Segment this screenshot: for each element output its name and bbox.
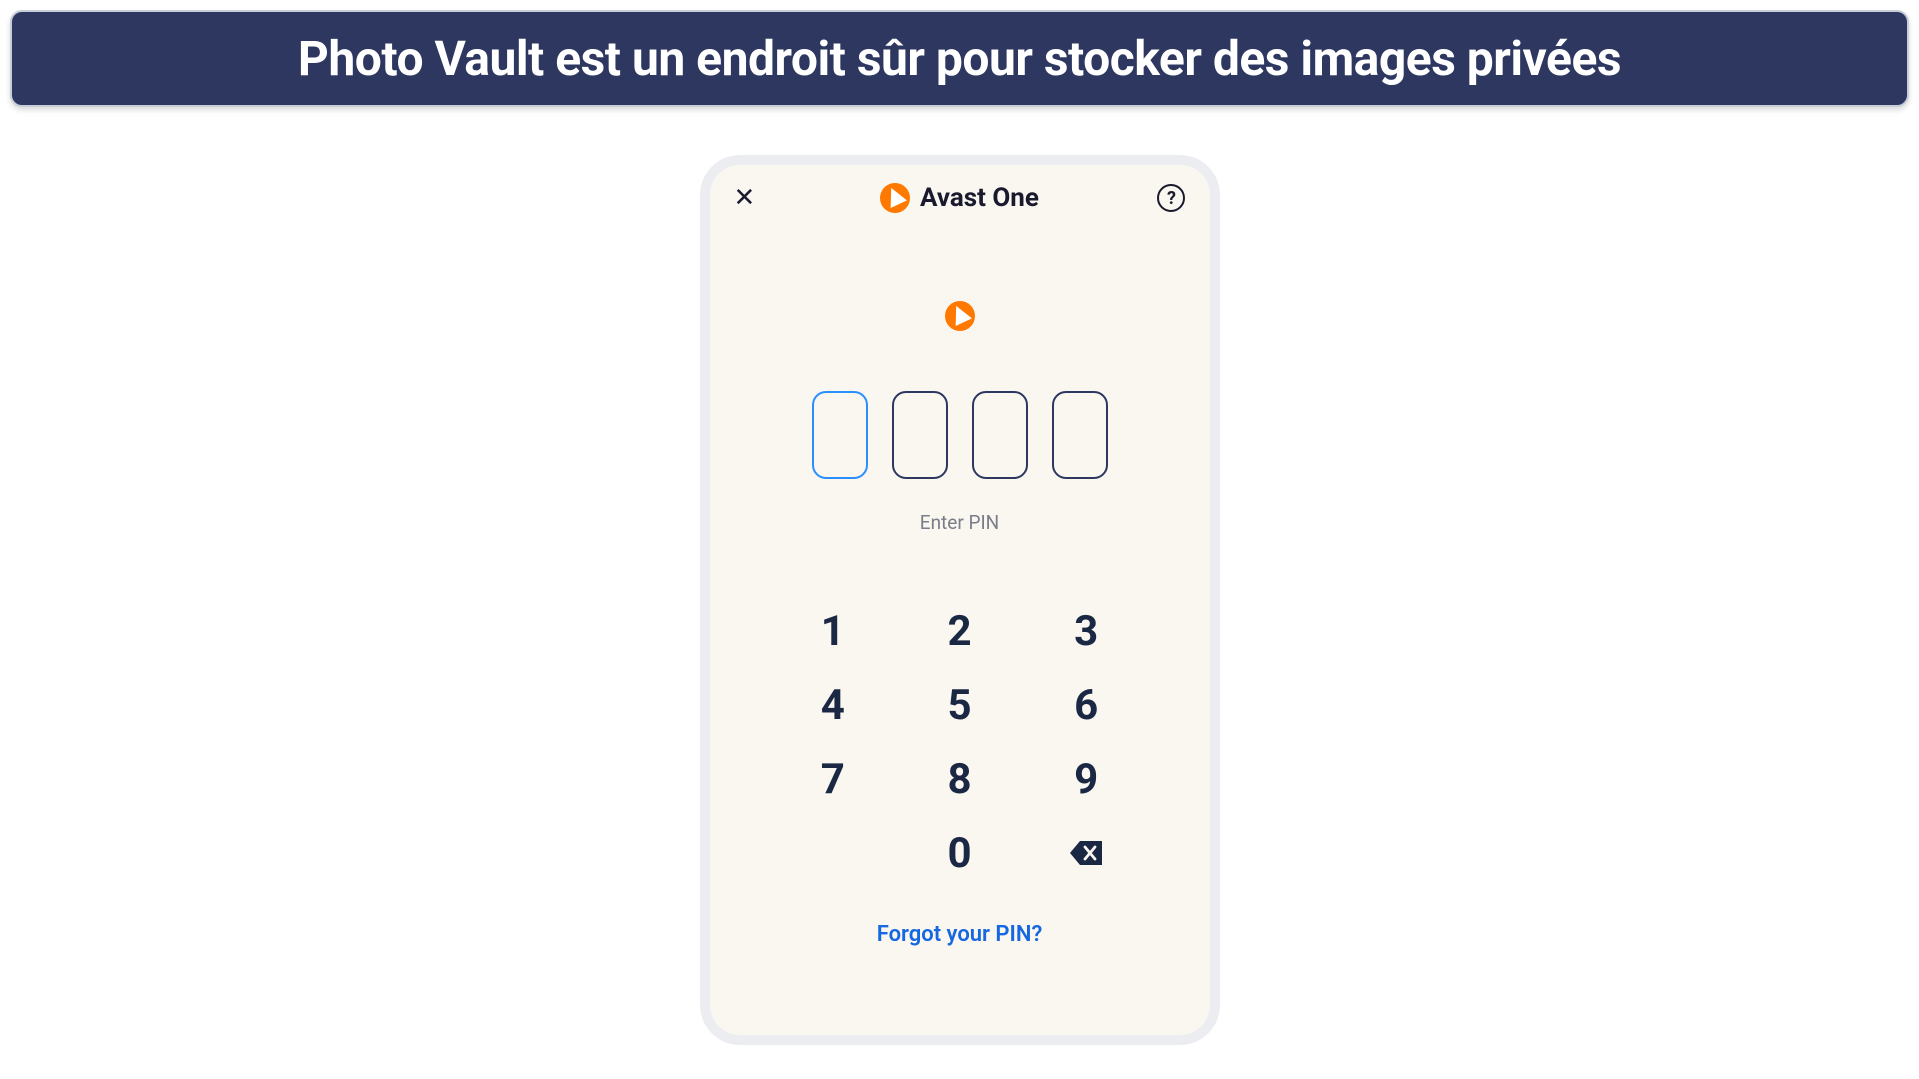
keypad-3[interactable]: 3 [1023,594,1150,668]
app-logo-title: Avast One [880,183,1039,213]
keypad-1[interactable]: 1 [770,594,897,668]
keypad-5[interactable]: 5 [896,668,1023,742]
caption-banner: Photo Vault est un endroit sûr pour stoc… [10,10,1909,107]
phone-screen: ✕ Avast One ? Enter PIN 1 2 3 4 5 6 7 8 … [700,155,1220,1045]
close-icon[interactable]: ✕ [734,183,762,213]
pin-digit-2[interactable] [892,391,948,479]
help-icon[interactable]: ? [1157,184,1185,212]
pin-content: Enter PIN 1 2 3 4 5 6 7 8 9 0 Forgot you… [710,231,1210,967]
avast-small-logo-icon [945,301,975,331]
keypad-7[interactable]: 7 [770,742,897,816]
caption-text: Photo Vault est un endroit sûr pour stoc… [42,30,1877,87]
enter-pin-label: Enter PIN [740,511,1180,534]
keypad-4[interactable]: 4 [770,668,897,742]
backspace-icon [1068,839,1104,867]
app-title: Avast One [920,183,1039,213]
pin-input-row [740,391,1180,479]
forgot-pin-link[interactable]: Forgot your PIN? [740,922,1180,947]
avast-logo-icon [880,183,910,213]
numeric-keypad: 1 2 3 4 5 6 7 8 9 0 [770,594,1150,890]
keypad-8[interactable]: 8 [896,742,1023,816]
pin-digit-3[interactable] [972,391,1028,479]
keypad-6[interactable]: 6 [1023,668,1150,742]
keypad-empty [770,816,897,890]
keypad-0[interactable]: 0 [896,816,1023,890]
keypad-backspace[interactable] [1023,816,1150,890]
pin-digit-1[interactable] [812,391,868,479]
pin-digit-4[interactable] [1052,391,1108,479]
keypad-2[interactable]: 2 [896,594,1023,668]
keypad-9[interactable]: 9 [1023,742,1150,816]
app-header: ✕ Avast One ? [710,165,1210,231]
